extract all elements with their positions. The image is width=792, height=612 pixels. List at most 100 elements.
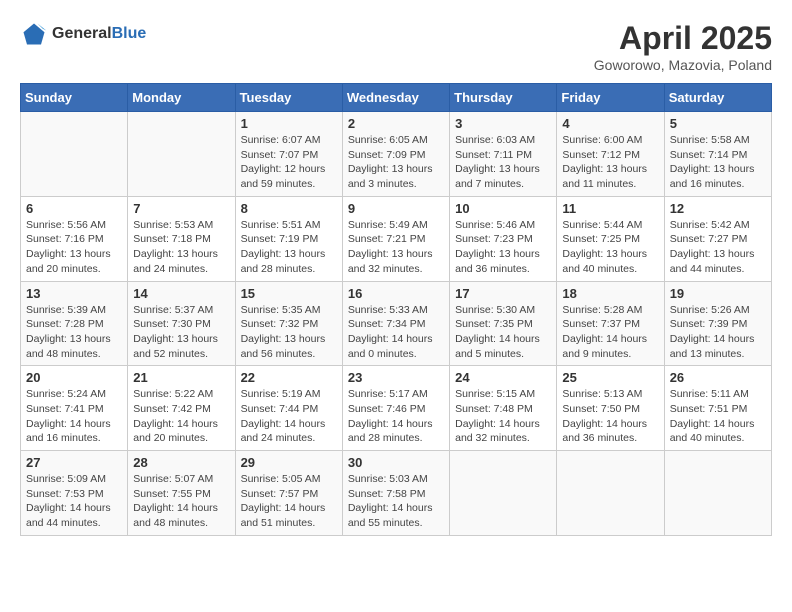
day-number: 1 [241,116,337,131]
calendar-cell: 28 Sunrise: 5:07 AM Sunset: 7:55 PM Dayli… [128,451,235,536]
calendar-cell: 22 Sunrise: 5:19 AM Sunset: 7:44 PM Dayli… [235,366,342,451]
day-info: Sunrise: 5:09 AM Sunset: 7:53 PM Dayligh… [26,472,122,531]
calendar-cell: 24 Sunrise: 5:15 AM Sunset: 7:48 PM Dayli… [450,366,557,451]
calendar-cell [128,112,235,197]
day-info: Sunrise: 5:07 AM Sunset: 7:55 PM Dayligh… [133,472,229,531]
calendar-cell: 25Sunrise: 5:13 AM Sunset: 7:50 PM Dayli… [557,366,664,451]
day-number: 23 [348,370,444,385]
day-info: Sunrise: 5:22 AM Sunset: 7:42 PM Dayligh… [133,387,229,446]
day-number: 27 [26,455,122,470]
day-number: 16 [348,286,444,301]
day-info: Sunrise: 5:37 AM Sunset: 7:30 PM Dayligh… [133,303,229,362]
day-info: Sunrise: 5:24 AM Sunset: 7:41 PM Dayligh… [26,387,122,446]
day-number: 2 [348,116,444,131]
calendar-cell [664,451,771,536]
weekday-header: Tuesday [235,84,342,112]
weekday-header: Saturday [664,84,771,112]
day-info: Sunrise: 5:51 AM Sunset: 7:19 PM Dayligh… [241,218,337,277]
day-number: 30 [348,455,444,470]
calendar-cell: 15 Sunrise: 5:35 AM Sunset: 7:32 PM Dayli… [235,281,342,366]
calendar-week-row: 27 Sunrise: 5:09 AM Sunset: 7:53 PM Dayli… [21,451,772,536]
day-number: 24 [455,370,551,385]
logo-blue: Blue [112,25,147,42]
title-block: April 2025 Goworowo, Mazovia, Poland [594,20,772,73]
calendar-cell: 16Sunrise: 5:33 AM Sunset: 7:34 PM Dayli… [342,281,449,366]
calendar-cell: 4 Sunrise: 6:00 AM Sunset: 7:12 PM Daylig… [557,112,664,197]
weekday-header: Thursday [450,84,557,112]
calendar-cell: 30Sunrise: 5:03 AM Sunset: 7:58 PM Dayli… [342,451,449,536]
calendar-cell: 3 Sunrise: 6:03 AM Sunset: 7:11 PM Daylig… [450,112,557,197]
calendar-cell: 13 Sunrise: 5:39 AM Sunset: 7:28 PM Dayli… [21,281,128,366]
day-info: Sunrise: 5:42 AM Sunset: 7:27 PM Dayligh… [670,218,766,277]
page-header: GeneralBlue April 2025 Goworowo, Mazovia… [20,20,772,73]
day-info: Sunrise: 5:30 AM Sunset: 7:35 PM Dayligh… [455,303,551,362]
calendar-cell: 17 Sunrise: 5:30 AM Sunset: 7:35 PM Dayli… [450,281,557,366]
day-number: 8 [241,201,337,216]
weekday-header: Sunday [21,84,128,112]
day-info: Sunrise: 5:11 AM Sunset: 7:51 PM Dayligh… [670,387,766,446]
calendar-cell: 20 Sunrise: 5:24 AM Sunset: 7:41 PM Dayli… [21,366,128,451]
day-info: Sunrise: 6:00 AM Sunset: 7:12 PM Dayligh… [562,133,658,192]
calendar-cell: 23Sunrise: 5:17 AM Sunset: 7:46 PM Dayli… [342,366,449,451]
calendar-cell: 6 Sunrise: 5:56 AM Sunset: 7:16 PM Daylig… [21,196,128,281]
day-number: 18 [562,286,658,301]
calendar-cell [21,112,128,197]
calendar-cell: 1 Sunrise: 6:07 AM Sunset: 7:07 PM Daylig… [235,112,342,197]
calendar-cell: 8 Sunrise: 5:51 AM Sunset: 7:19 PM Daylig… [235,196,342,281]
day-number: 10 [455,201,551,216]
day-number: 29 [241,455,337,470]
logo-icon [20,20,48,48]
day-info: Sunrise: 6:07 AM Sunset: 7:07 PM Dayligh… [241,133,337,192]
day-info: Sunrise: 5:26 AM Sunset: 7:39 PM Dayligh… [670,303,766,362]
calendar-cell [450,451,557,536]
calendar-cell: 11Sunrise: 5:44 AM Sunset: 7:25 PM Dayli… [557,196,664,281]
day-number: 28 [133,455,229,470]
day-info: Sunrise: 5:53 AM Sunset: 7:18 PM Dayligh… [133,218,229,277]
calendar-cell [557,451,664,536]
day-info: Sunrise: 5:05 AM Sunset: 7:57 PM Dayligh… [241,472,337,531]
day-number: 13 [26,286,122,301]
weekday-header: Wednesday [342,84,449,112]
day-info: Sunrise: 6:03 AM Sunset: 7:11 PM Dayligh… [455,133,551,192]
day-info: Sunrise: 5:44 AM Sunset: 7:25 PM Dayligh… [562,218,658,277]
calendar-cell: 19 Sunrise: 5:26 AM Sunset: 7:39 PM Dayli… [664,281,771,366]
weekday-header: Friday [557,84,664,112]
day-info: Sunrise: 5:19 AM Sunset: 7:44 PM Dayligh… [241,387,337,446]
page-subtitle: Goworowo, Mazovia, Poland [594,57,772,73]
calendar-cell: 18Sunrise: 5:28 AM Sunset: 7:37 PM Dayli… [557,281,664,366]
day-info: Sunrise: 5:35 AM Sunset: 7:32 PM Dayligh… [241,303,337,362]
day-info: Sunrise: 5:46 AM Sunset: 7:23 PM Dayligh… [455,218,551,277]
calendar-cell: 2Sunrise: 6:05 AM Sunset: 7:09 PM Daylig… [342,112,449,197]
day-number: 20 [26,370,122,385]
day-info: Sunrise: 5:39 AM Sunset: 7:28 PM Dayligh… [26,303,122,362]
day-number: 17 [455,286,551,301]
calendar-cell: 7 Sunrise: 5:53 AM Sunset: 7:18 PM Daylig… [128,196,235,281]
day-info: Sunrise: 5:15 AM Sunset: 7:48 PM Dayligh… [455,387,551,446]
day-number: 7 [133,201,229,216]
calendar-cell: 27 Sunrise: 5:09 AM Sunset: 7:53 PM Dayli… [21,451,128,536]
calendar-cell: 29 Sunrise: 5:05 AM Sunset: 7:57 PM Dayli… [235,451,342,536]
day-number: 3 [455,116,551,131]
day-number: 22 [241,370,337,385]
day-info: Sunrise: 5:49 AM Sunset: 7:21 PM Dayligh… [348,218,444,277]
page-title: April 2025 [594,20,772,57]
day-number: 21 [133,370,229,385]
calendar-cell: 10 Sunrise: 5:46 AM Sunset: 7:23 PM Dayli… [450,196,557,281]
calendar-week-row: 20 Sunrise: 5:24 AM Sunset: 7:41 PM Dayli… [21,366,772,451]
day-number: 4 [562,116,658,131]
day-number: 14 [133,286,229,301]
day-number: 19 [670,286,766,301]
calendar-cell: 12Sunrise: 5:42 AM Sunset: 7:27 PM Dayli… [664,196,771,281]
calendar-week-row: 13 Sunrise: 5:39 AM Sunset: 7:28 PM Dayli… [21,281,772,366]
day-number: 9 [348,201,444,216]
day-number: 6 [26,201,122,216]
day-number: 26 [670,370,766,385]
calendar-week-row: 1 Sunrise: 6:07 AM Sunset: 7:07 PM Daylig… [21,112,772,197]
day-number: 15 [241,286,337,301]
calendar-cell: 14 Sunrise: 5:37 AM Sunset: 7:30 PM Dayli… [128,281,235,366]
day-info: Sunrise: 5:56 AM Sunset: 7:16 PM Dayligh… [26,218,122,277]
logo: GeneralBlue [20,20,146,48]
calendar-cell: 21 Sunrise: 5:22 AM Sunset: 7:42 PM Dayli… [128,366,235,451]
calendar-cell: 9 Sunrise: 5:49 AM Sunset: 7:21 PM Daylig… [342,196,449,281]
day-number: 25 [562,370,658,385]
